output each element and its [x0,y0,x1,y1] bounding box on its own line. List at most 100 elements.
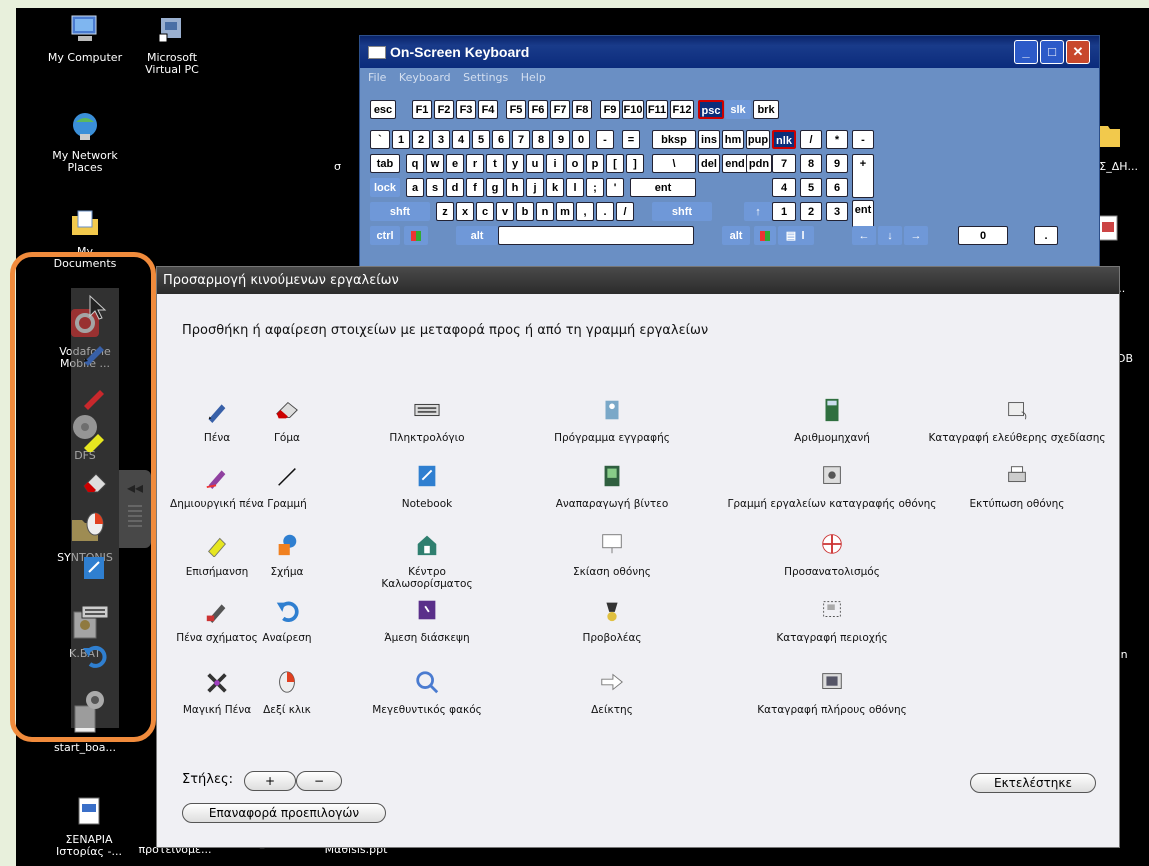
tool-item[interactable]: Κέντρο Καλωσορίσματος [367,531,487,590]
osk-key[interactable]: ' [606,178,624,197]
osk-title-bar[interactable]: On-Screen Keyboard _ □ ✕ [360,36,1099,68]
osk-key[interactable]: shft [652,202,712,221]
tool-item[interactable]: Καταγραφή περιοχής [727,597,937,644]
osk-key[interactable]: 6 [826,178,848,197]
osk-key[interactable]: 4 [452,130,470,149]
osk-key[interactable]: e [446,154,464,173]
tool-item[interactable]: Σκίαση οθόνης [537,531,687,578]
osk-key[interactable]: l [566,178,584,197]
osk-key[interactable]: r [466,154,484,173]
reset-defaults-button[interactable]: Επαναφορά προεπιλογών [182,803,386,823]
tool-item[interactable]: Προσανατολισμός [727,531,937,578]
osk-key[interactable]: F3 [456,100,476,119]
osk-key[interactable]: v [496,202,514,221]
osk-key[interactable]: 1 [392,130,410,149]
osk-key[interactable]: x [456,202,474,221]
osk-key[interactable]: [ [606,154,624,173]
osk-key[interactable]: F6 [528,100,548,119]
osk-key[interactable]: 3 [826,202,848,221]
tool-item[interactable]: Πληκτρολόγιο [367,397,487,444]
osk-key[interactable]: g [486,178,504,197]
osk-key[interactable]: psc [698,100,724,119]
osk-key[interactable]: ] [626,154,644,173]
menu-settings[interactable]: Settings [463,71,508,84]
osk-key[interactable]: s [426,178,444,197]
desktop-icon-virtual-pc[interactable]: Microsoft Virtual PC [131,12,213,76]
osk-key[interactable]: q [406,154,424,173]
tool-item[interactable]: Προβολέας [537,597,687,644]
osk-key[interactable]: alt [456,226,498,245]
osk-key[interactable]: h [506,178,524,197]
done-button[interactable]: Εκτελέστηκε [970,773,1096,793]
osk-key[interactable]: hm [722,130,744,149]
osk-key[interactable]: d [446,178,464,197]
osk-key[interactable]: ↓ [878,226,902,245]
on-screen-keyboard-window[interactable]: On-Screen Keyboard _ □ ✕ File Keyboard S… [359,35,1100,270]
osk-key[interactable]: n [536,202,554,221]
tool-item[interactable]: Καταγραφή πλήρους οθόνης [727,669,937,716]
osk-key[interactable]: 2 [800,202,822,221]
osk-key[interactable]: end [722,154,748,173]
osk-key[interactable]: z [436,202,454,221]
osk-key[interactable]: F12 [670,100,694,119]
tool-item[interactable]: Σχήμα [242,531,332,578]
osk-key[interactable]: bksp [652,130,696,149]
osk-key[interactable]: F10 [622,100,644,119]
tool-item[interactable]: Καταγραφή ελεύθερης σχεδίασης [917,397,1117,444]
desktop-icon-senaria[interactable]: ΣΕΝΑΡΙΑ Ιστορίας -... [48,794,130,858]
osk-key[interactable]: F2 [434,100,454,119]
osk-key[interactable]: = [622,130,640,149]
tool-item[interactable]: Notebook [367,463,487,510]
maximize-button[interactable]: □ [1040,40,1064,64]
osk-key[interactable]: - [596,130,614,149]
osk-key[interactable]: brk [753,100,779,119]
osk-key[interactable]: 9 [552,130,570,149]
customize-tools-dialog[interactable]: Προσαρμογή κινούμενων εργαλείων Προσθήκη… [156,266,1120,848]
menu-file[interactable]: File [368,71,386,84]
osk-key[interactable]: a [406,178,424,197]
windows-key-icon[interactable] [404,226,428,245]
osk-key[interactable]: 8 [532,130,550,149]
osk-key[interactable]: F11 [646,100,668,119]
osk-key[interactable]: 0 [572,130,590,149]
osk-key[interactable]: 5 [472,130,490,149]
tool-item[interactable]: Γραμμή εργαλείων καταγραφής οθόνης [727,463,937,510]
tool-item[interactable]: Εκτύπωση οθόνης [917,463,1117,510]
osk-key[interactable]: 9 [826,154,848,173]
osk-key[interactable]: slk [725,100,751,119]
osk-key[interactable]: pdn [746,154,772,173]
osk-key[interactable]: ` [370,130,390,149]
osk-key[interactable]: c [476,202,494,221]
osk-key[interactable]: ctrl [370,226,400,245]
osk-key[interactable]: 7 [772,154,796,173]
tool-item[interactable]: Αναπαραγωγή βίντεο [537,463,687,510]
tool-item[interactable]: Γραμμή [242,463,332,510]
osk-key[interactable]: alt [722,226,750,245]
osk-key[interactable]: * [826,130,848,149]
menu-help[interactable]: Help [521,71,546,84]
osk-key[interactable]: o [566,154,584,173]
osk-key[interactable]: ← [852,226,876,245]
osk-key[interactable]: 4 [772,178,796,197]
osk-key[interactable]: lock [370,178,400,197]
osk-key[interactable]: shft [370,202,430,221]
osk-key[interactable]: ent [630,178,696,197]
tool-item[interactable]: Δείκτης [537,669,687,716]
osk-key[interactable]: ↑ [744,202,772,221]
osk-key[interactable]: p [586,154,604,173]
osk-key[interactable]: , [576,202,594,221]
desktop-icon-my-computer[interactable]: My Computer [44,12,126,64]
osk-key[interactable]: 7 [512,130,530,149]
osk-key[interactable]: ; [586,178,604,197]
osk-key[interactable]: k [546,178,564,197]
osk-key[interactable]: + [852,154,874,198]
menu-keyboard[interactable]: Keyboard [399,71,451,84]
osk-key[interactable]: - [852,130,874,149]
tool-item[interactable]: Γόμα [242,397,332,444]
osk-key[interactable]: y [506,154,524,173]
osk-key[interactable]: w [426,154,444,173]
osk-key[interactable]: j [526,178,544,197]
close-button[interactable]: ✕ [1066,40,1090,64]
osk-key[interactable]: pup [746,130,770,149]
osk-key[interactable]: F9 [600,100,620,119]
